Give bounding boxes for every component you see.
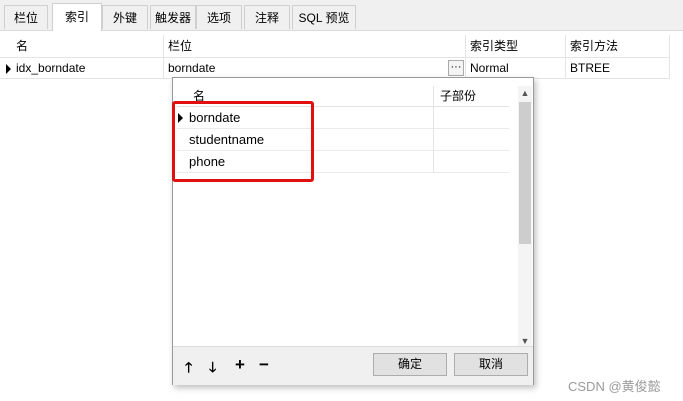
table-row[interactable]: idx_borndate borndate ··· Normal BTREE <box>0 57 670 79</box>
popup-toolbar: 🡑 🡓 + − 确定 取消 <box>173 346 533 385</box>
column-header-field[interactable]: 栏位 <box>164 35 466 57</box>
tab-options[interactable]: 选项 <box>196 5 242 29</box>
tab-fields[interactable]: 栏位 <box>4 5 48 29</box>
remove-icon[interactable]: − <box>259 356 269 373</box>
index-field-cell[interactable]: borndate <box>164 57 466 79</box>
column-header-type[interactable]: 索引类型 <box>466 35 566 57</box>
tab-sql-preview[interactable]: SQL 预览 <box>292 5 356 29</box>
watermark: CSDN @黄俊懿 <box>568 379 661 394</box>
ok-button[interactable]: 确定 <box>373 353 447 376</box>
column-divider <box>433 151 434 173</box>
index-type-cell[interactable]: Normal <box>466 57 566 79</box>
column-divider <box>433 129 434 151</box>
cancel-button[interactable]: 取消 <box>454 353 528 376</box>
index-name-cell[interactable]: idx_borndate <box>12 57 164 79</box>
vertical-scrollbar[interactable]: ▲ ▼ <box>518 86 532 348</box>
move-up-icon[interactable]: 🡑 <box>185 360 192 374</box>
field-picker-button[interactable]: ··· <box>448 60 464 76</box>
tab-indexes[interactable]: 索引 <box>52 3 102 31</box>
column-divider <box>433 107 434 129</box>
index-method-cell[interactable]: BTREE <box>566 57 670 79</box>
highlight-box <box>172 101 314 182</box>
add-icon[interactable]: + <box>235 356 245 373</box>
scroll-up-icon[interactable]: ▲ <box>518 86 532 100</box>
column-header-name[interactable]: 名 <box>12 35 164 57</box>
tab-bar: 栏位 索引 外键 触发器 选项 注释 SQL 预览 <box>0 0 683 31</box>
move-down-icon[interactable]: 🡓 <box>209 360 216 374</box>
tab-comments[interactable]: 注释 <box>244 5 290 29</box>
popup-column-subpart[interactable]: 子部份 <box>433 86 509 106</box>
tab-foreign-keys[interactable]: 外键 <box>102 5 148 29</box>
tab-triggers[interactable]: 触发器 <box>150 5 196 29</box>
grid-header: 名 栏位 索引类型 索引方法 <box>0 35 670 57</box>
scroll-thumb[interactable] <box>519 102 531 244</box>
row-pointer-icon <box>6 64 11 74</box>
column-header-method[interactable]: 索引方法 <box>566 35 670 57</box>
